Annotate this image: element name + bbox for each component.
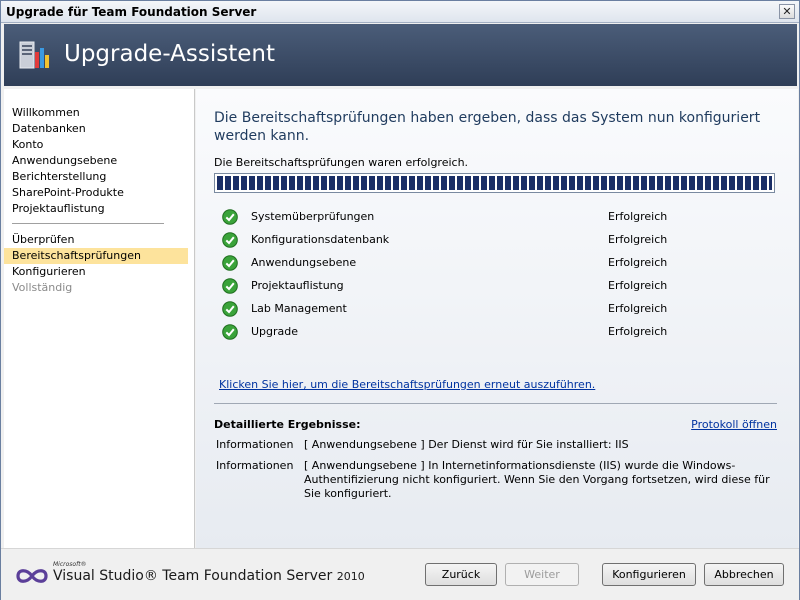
content-pane: Die Bereitschaftsprüfungen haben ergeben… [196,89,798,548]
detail-type: Informationen [216,438,294,451]
wizard-step-sidebar: Willkommen Datenbanken Konto Anwendungse… [4,89,195,548]
step-ueberpruefen[interactable]: Überprüfen [4,232,195,248]
close-icon: ✕ [782,5,792,18]
visual-studio-logo: Microsoft® Visual Studio® Team Foundatio… [15,561,365,587]
step-bereitschaftspruefungen[interactable]: Bereitschaftsprüfungen [4,248,188,264]
check-label: Anwendungsebene [251,256,357,269]
check-row: Upgrade Erfolgreich [222,322,782,345]
infinity-logo-icon [16,569,48,583]
product-year: 2010 [336,570,365,583]
success-check-icon [222,278,238,294]
check-result: Erfolgreich [608,325,668,338]
step-list: Willkommen Datenbanken Konto Anwendungse… [4,105,195,296]
next-button: Weiter [505,563,579,586]
detail-type: Informationen [216,459,294,472]
check-row: Lab Management Erfolgreich [222,299,782,322]
step-datenbanken[interactable]: Datenbanken [4,121,195,137]
check-result: Erfolgreich [608,233,668,246]
success-check-icon [222,209,238,225]
product-name: Visual Studio® Team Foundation Server 20… [53,568,365,584]
detail-message: [ Anwendungsebene ] Der Dienst wird für … [304,438,629,451]
step-sharepoint-produkte[interactable]: SharePoint-Produkte [4,185,195,201]
header-banner: Upgrade-Assistent [4,24,797,86]
check-result: Erfolgreich [608,256,668,269]
rerun-checks-link[interactable]: Klicken Sie hier, um die Bereitschaftspr… [219,378,595,391]
step-konto[interactable]: Konto [4,137,195,153]
step-willkommen[interactable]: Willkommen [4,105,195,121]
status-text: Die Bereitschaftsprüfungen waren erfolgr… [214,156,469,169]
check-label: Projektauflistung [251,279,344,292]
success-check-icon [222,232,238,248]
check-label: Konfigurationsdatenbank [251,233,390,246]
step-konfigurieren[interactable]: Konfigurieren [4,264,195,280]
step-anwendungsebene[interactable]: Anwendungsebene [4,153,195,169]
check-list: Systemüberprüfungen Erfolgreich Konfigur… [222,207,782,345]
step-vollstaendig: Vollständig [12,281,73,294]
success-check-icon [222,301,238,317]
progress-fill [217,176,772,190]
check-row: Konfigurationsdatenbank Erfolgreich [222,230,782,253]
success-check-icon [222,324,238,340]
microsoft-mark: Microsoft® [53,561,87,568]
wizard-heading: Upgrade-Assistent [64,41,275,67]
success-check-icon [222,255,238,271]
upgrade-wizard-window: Upgrade für Team Foundation Server ✕ Upg… [0,0,800,600]
check-result: Erfolgreich [608,302,668,315]
check-row: Projektauflistung Erfolgreich [222,276,782,299]
progress-bar [214,173,775,193]
check-row: Systemüberprüfungen Erfolgreich [222,207,782,230]
server-wizard-icon [19,41,49,69]
step-projektauflistung[interactable]: Projektauflistung [4,201,195,217]
window-title: Upgrade für Team Foundation Server [6,5,257,19]
check-label: Lab Management [251,302,347,315]
close-button[interactable]: ✕ [779,4,795,19]
open-log-link[interactable]: Protokoll öffnen [691,418,777,431]
check-label: Systemüberprüfungen [251,210,375,223]
detail-message: [ Anwendungsebene ] In Internetinformati… [304,459,770,500]
product-title: Visual Studio® Team Foundation Server [53,568,333,584]
configure-button[interactable]: Konfigurieren [602,563,696,586]
back-button[interactable]: Zurück [425,563,497,586]
check-result: Erfolgreich [608,279,668,292]
section-divider [214,403,777,404]
details-title: Detaillierte Ergebnisse: [214,418,361,431]
title-bar: Upgrade für Team Foundation Server ✕ [1,1,799,23]
check-result: Erfolgreich [608,210,668,223]
page-heading: Die Bereitschaftsprüfungen haben ergeben… [214,110,761,144]
step-divider [12,223,164,224]
check-row: Anwendungsebene Erfolgreich [222,253,782,276]
footer-bar: Microsoft® Visual Studio® Team Foundatio… [1,548,799,600]
check-label: Upgrade [251,325,299,338]
cancel-button[interactable]: Abbrechen [704,563,784,586]
step-berichterstellung[interactable]: Berichterstellung [4,169,195,185]
